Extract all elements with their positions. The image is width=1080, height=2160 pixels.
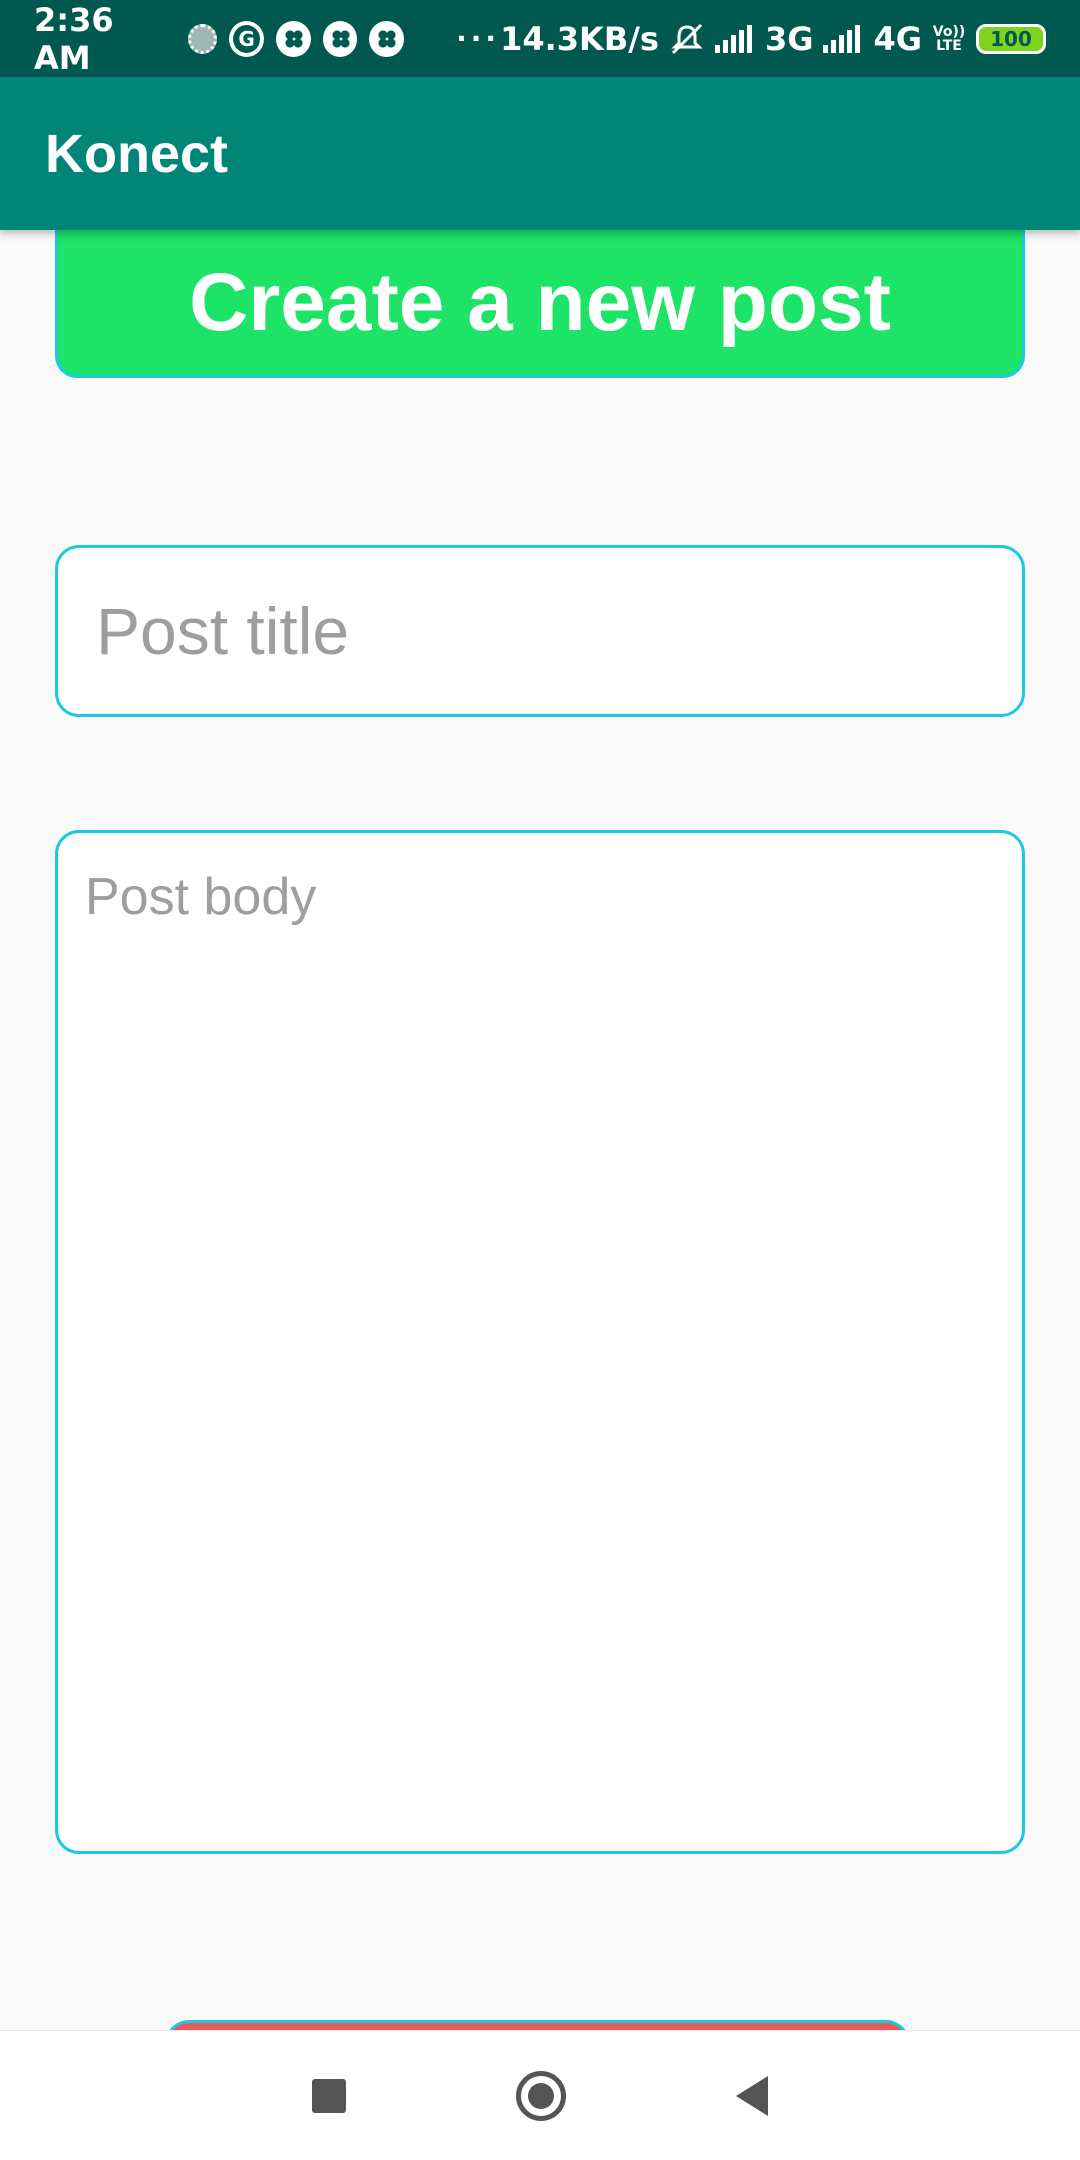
back-icon[interactable] [736,2075,768,2116]
g-icon: G [229,20,265,57]
signal-icon [823,24,863,53]
more-icon: ··· [456,22,501,55]
signal-icon [714,24,755,53]
network-speed: 14.3KB/s [500,19,659,58]
app-title: Konect [45,123,229,184]
home-icon[interactable] [516,2070,566,2121]
navigation-bar [0,2030,1080,2160]
recents-icon[interactable] [312,2078,346,2113]
create-post-header-button[interactable]: Create a new post [55,230,1025,378]
volte-icon: Vo)) LTE [932,25,966,53]
network-type-1: 3G [764,19,814,58]
battery-icon: 100 [976,23,1046,54]
clover-icon [369,20,405,57]
mute-icon [671,23,703,54]
network-type-2: 4G [873,19,922,58]
volte-bottom: LTE [936,37,962,54]
post-title-input[interactable] [55,545,1025,717]
status-bar-right: 14.3KB/s 3G 4G Vo)) LTE 100 [500,20,1046,58]
loading-icon [187,23,218,54]
main-content: Create a new post [0,230,1080,2060]
post-body-input[interactable] [55,830,1025,1854]
clover-icon [322,20,358,57]
status-time: 2:36 AM [34,0,114,77]
app-bar: Konect [0,77,1080,230]
status-bar: 2:36 AM G ··· 14.3KB/s 3G 4G Vo)) LTE 10… [0,0,1080,77]
clover-icon [276,20,311,57]
status-bar-left: 2:36 AM G ··· [34,1,500,77]
